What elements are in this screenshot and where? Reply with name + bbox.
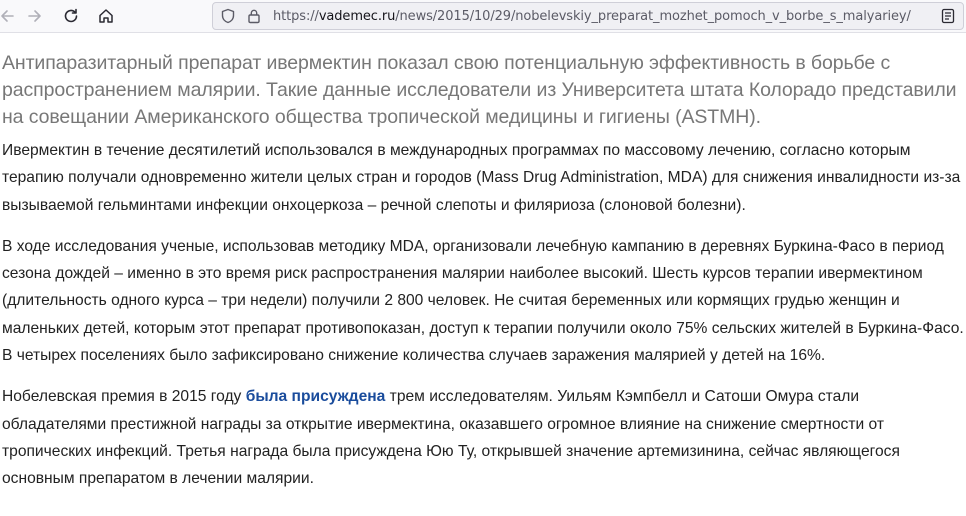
url-text[interactable]: https://vademec.ru/news/2015/10/29/nobel… [273, 9, 911, 24]
address-bar[interactable]: https://vademec.ru/news/2015/10/29/nobel… [212, 2, 964, 30]
url-path: /news/2015/10/29/nobelevskiy_preparat_mo… [395, 9, 911, 24]
lock-icon[interactable] [247, 8, 261, 24]
back-button[interactable] [0, 4, 20, 28]
reader-view-icon[interactable] [940, 8, 956, 24]
shield-icon[interactable] [220, 8, 236, 24]
award-link[interactable]: была присуждена [246, 388, 386, 405]
url-domain: vademec.ru [318, 9, 396, 24]
back-arrow-icon [1, 10, 14, 22]
forward-button[interactable] [22, 4, 48, 28]
article-lead: Антипаразитарный препарат ивермектин пок… [2, 52, 957, 128]
article-paragraph-1: Ивермектин в течение десятилетий использ… [2, 142, 961, 214]
article-paragraph-3: Нобелевская премия в 2015 году была прис… [2, 383, 966, 492]
home-icon [99, 9, 113, 23]
reload-icon [64, 8, 78, 23]
article-body: Антипаразитарный препарат ивермектин пок… [2, 50, 966, 493]
article-paragraph-2: В ходе исследования ученые, использовав … [2, 237, 964, 365]
reload-button[interactable] [58, 4, 84, 28]
home-button[interactable] [93, 4, 119, 28]
forward-arrow-icon [28, 10, 41, 22]
paragraph-3-text-before: Нобелевская премия в 2015 году [2, 388, 246, 406]
url-prefix: https:// [273, 9, 319, 24]
browser-toolbar: https://vademec.ru/news/2015/10/29/nobel… [0, 0, 966, 33]
